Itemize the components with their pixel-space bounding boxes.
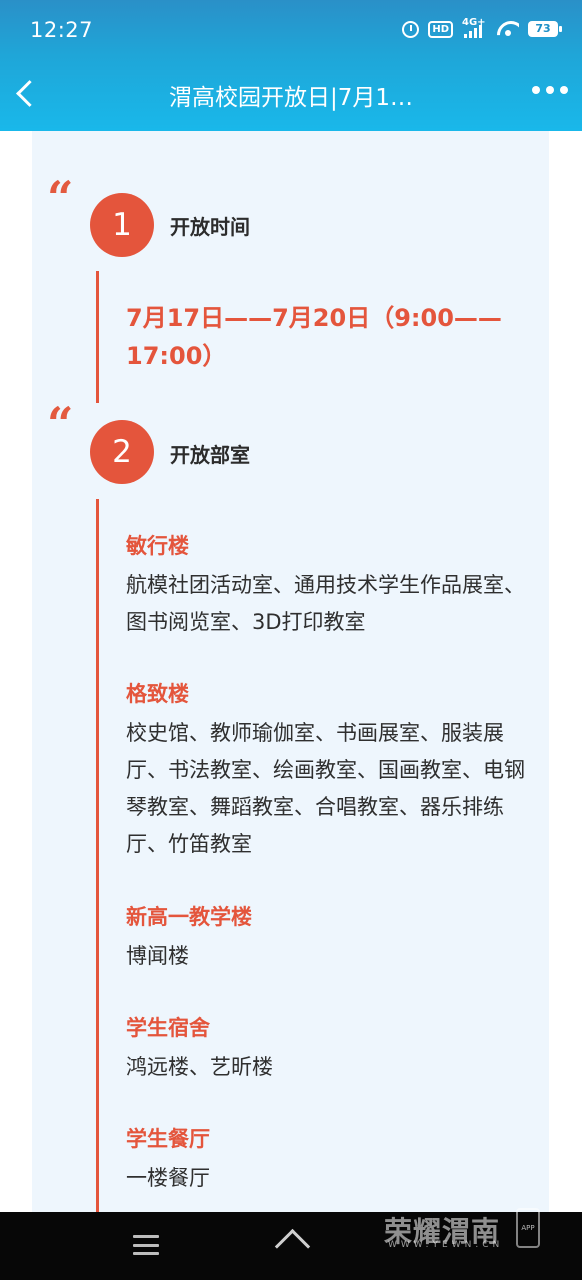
battery-icon: 73 [528, 21, 562, 37]
status-bar: 12:27 HD 4G+ 73 [0, 0, 582, 56]
section-title: 开放时间 [170, 215, 250, 239]
building-rooms: 校史馆、教师瑜伽室、书画展室、服装展厅、书法教室、绘画教室、国画教室、电钢琴教室… [126, 721, 525, 856]
cellular-signal-icon: 4G+ [462, 18, 488, 38]
watermark-app-badge: APP [516, 1208, 540, 1248]
article-content[interactable]: “ 1 开放时间 7月17日——7月20日（9:00——17:00） “ 2 开… [0, 131, 582, 1212]
hd-icon: HD [428, 20, 453, 38]
nav-bar: 渭高校园开放日|7月1… [0, 56, 582, 131]
more-options-icon[interactable] [532, 86, 568, 98]
recent-apps-icon[interactable] [133, 1235, 159, 1255]
building-block: 学生宿舍 鸿远楼、艺昕楼 [126, 1013, 531, 1086]
timeline-line [96, 271, 99, 403]
watermark-logo: 荣耀渭南 WWW.YEWN.CN APP [384, 1208, 544, 1256]
wifi-icon [497, 21, 519, 37]
building-rooms: 鸿远楼、艺昕楼 [126, 1055, 273, 1079]
alarm-icon [402, 20, 420, 38]
building-block: 格致楼 校史馆、教师瑜伽室、书画展室、服装展厅、书法教室、绘画教室、国画教室、电… [126, 679, 531, 863]
page-title: 渭高校园开放日|7月1… [168, 85, 413, 111]
quote-mark-icon: “ [47, 175, 74, 205]
status-icons: HD 4G+ 73 [402, 18, 562, 38]
section-number-badge: 1 [90, 193, 154, 257]
building-rooms: 航模社团活动室、通用技术学生作品展室、图书阅览室、3D打印教室 [126, 573, 525, 634]
home-icon[interactable] [275, 1232, 307, 1260]
building-name: 敏行楼 [126, 534, 189, 558]
section-title: 开放部室 [170, 443, 250, 467]
quote-mark-icon: “ [47, 401, 74, 431]
back-arrow-icon[interactable] [10, 76, 46, 112]
watermark-url: WWW.YEWN.CN [388, 1240, 504, 1250]
building-name: 格致楼 [126, 682, 189, 706]
building-block: 学生餐厅 一楼餐厅 [126, 1124, 531, 1197]
open-time-text: 7月17日——7月20日（9:00——17:00） [126, 304, 502, 370]
building-rooms: 一楼餐厅 [126, 1166, 210, 1190]
building-rooms: 博闻楼 [126, 944, 189, 968]
building-name: 学生餐厅 [126, 1127, 210, 1151]
status-time: 12:27 [30, 18, 94, 42]
timeline-line [96, 499, 99, 1212]
building-block: 新高一教学楼 博闻楼 [126, 902, 531, 975]
building-name: 新高一教学楼 [126, 905, 252, 929]
section-number-badge: 2 [90, 420, 154, 484]
building-name: 学生宿舍 [126, 1016, 210, 1040]
building-block: 敏行楼 航模社团活动室、通用技术学生作品展室、图书阅览室、3D打印教室 [126, 531, 531, 641]
